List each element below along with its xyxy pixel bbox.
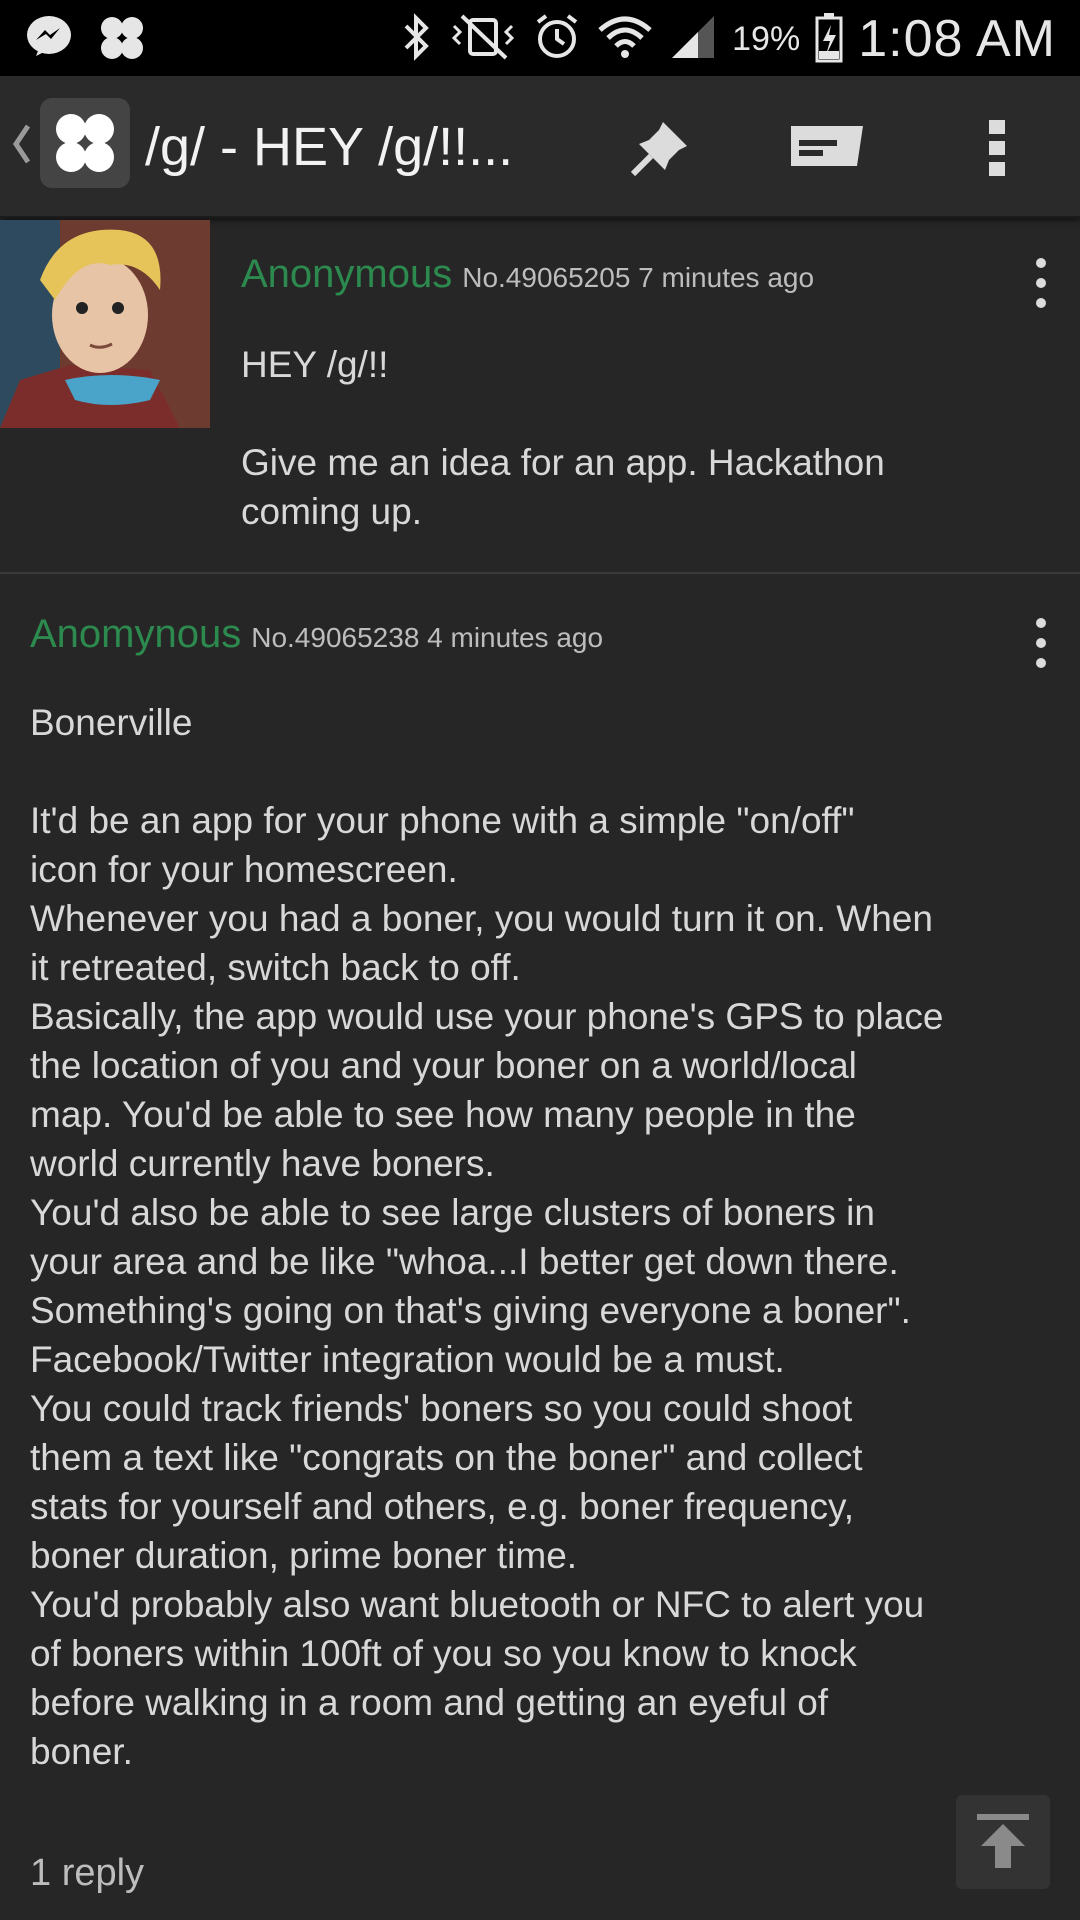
signal-icon [668,12,718,67]
post-meta[interactable]: No.49065205 7 minutes ago [462,262,814,294]
battery-percent: 19% [732,19,801,58]
messenger-icon [24,12,74,69]
alarm-icon [532,12,582,67]
arrow-up-to-top-icon [971,1808,1035,1877]
clover-logo-icon[interactable] [40,98,130,188]
thread-title: /g/ - HEY /g/!!... [145,117,514,177]
reply-post: Anomynous No.49065238 4 minutes ago Bone… [0,574,1080,1920]
scroll-to-top-button[interactable] [956,1795,1050,1889]
pin-icon[interactable] [625,116,695,185]
battery-icon [814,11,844,68]
post-overflow-icon[interactable] [1026,258,1056,308]
clock-time: 1:08 AM [858,10,1056,68]
poster-name: Anomynous [30,612,242,656]
back-chevron-icon[interactable] [10,116,34,177]
op-post: Anonymous No.49065205 7 minutes ago HEY … [0,218,1080,574]
vibrate-icon [448,12,518,67]
app-bar: /g/ - HEY /g/!!... [0,76,1080,218]
replies-link[interactable]: 1 reply [30,1852,144,1895]
clover-icon [96,12,148,69]
poster-name: Anonymous [241,252,453,296]
more-vert-icon[interactable] [984,116,1010,185]
reply-icon[interactable] [787,116,867,181]
post-thumbnail[interactable] [0,220,210,428]
post-overflow-icon[interactable] [1026,618,1056,668]
post-comment: Bonerville It'd be an app for your phone… [30,702,944,1772]
bluetooth-icon [400,12,434,67]
wifi-icon [596,12,654,67]
post-comment: HEY /g/!! Give me an idea for an app. Ha… [241,344,885,532]
post-meta[interactable]: No.49065238 4 minutes ago [251,622,603,654]
status-bar: 19% 1:08 AM [0,0,1080,76]
